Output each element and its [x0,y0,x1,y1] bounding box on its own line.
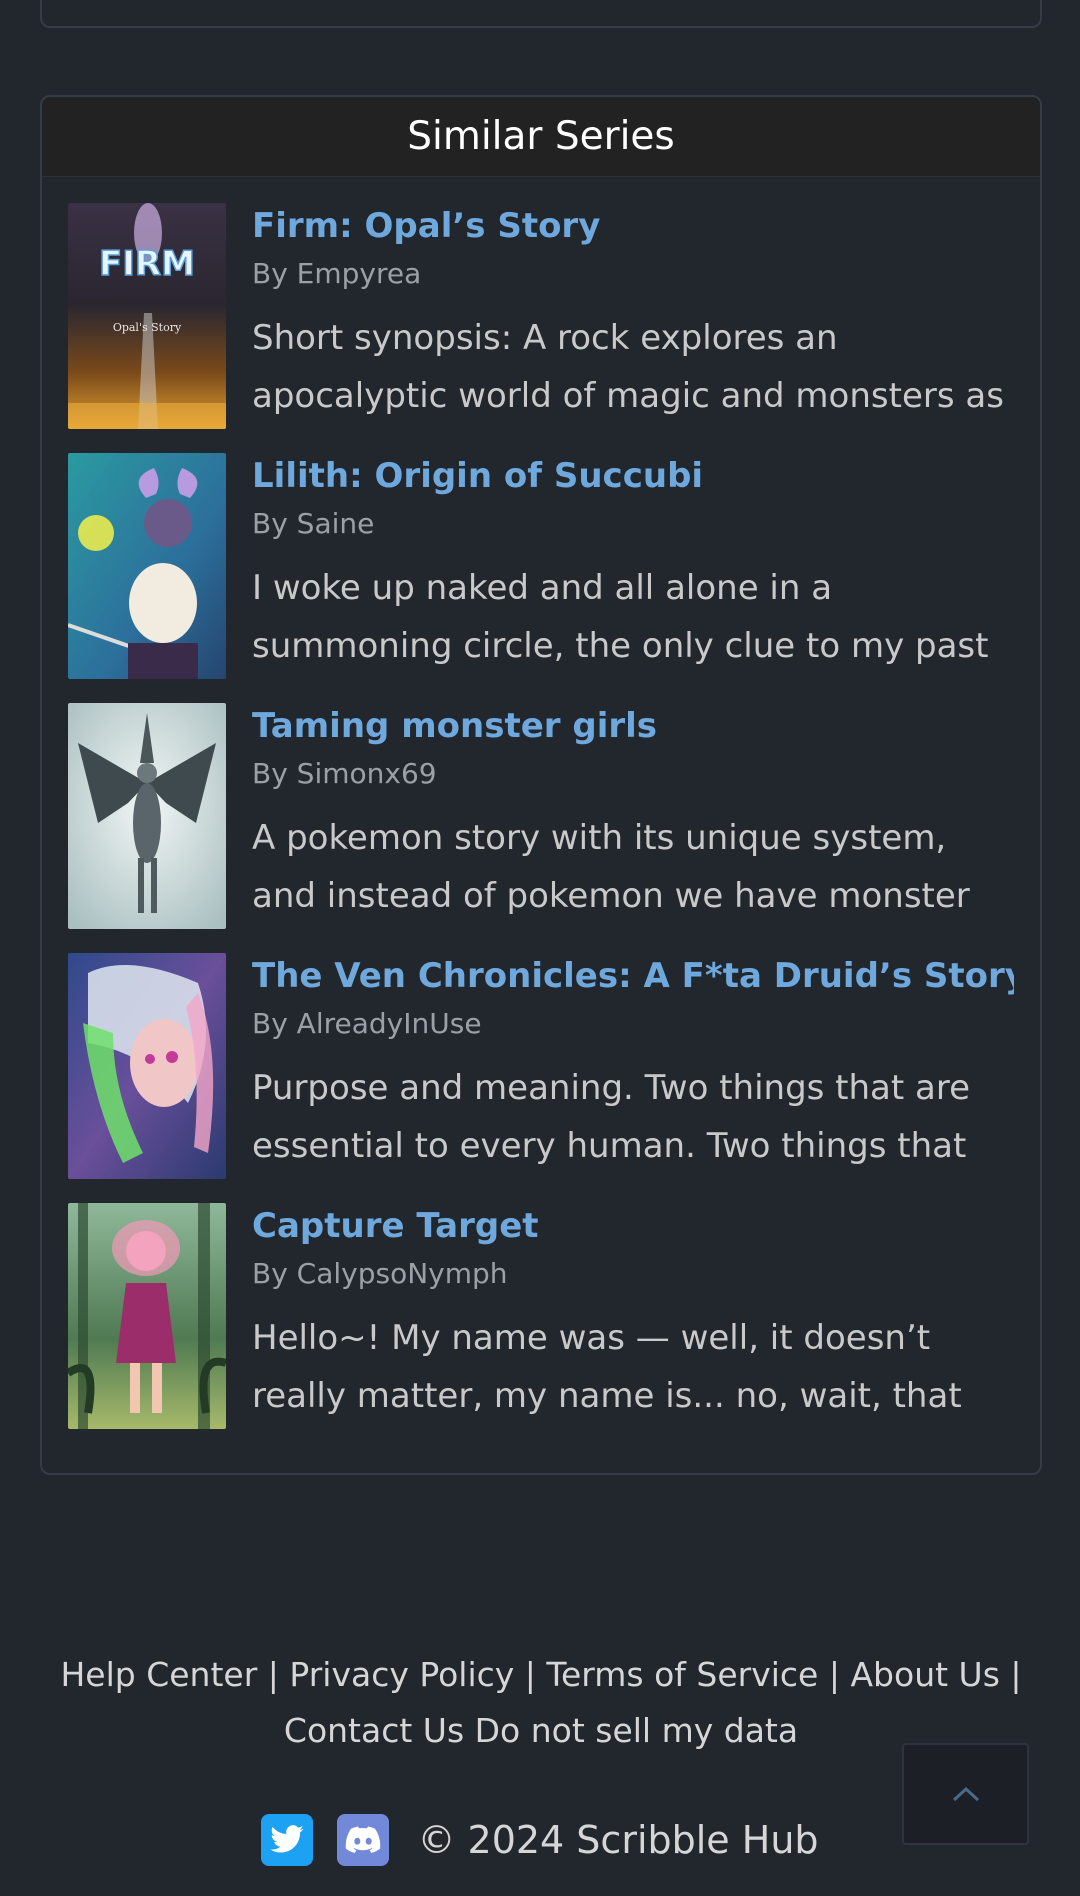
series-synopsis: A pokemon story with its unique system, … [252,818,970,916]
help-center-link[interactable]: Help Center [60,1655,257,1694]
footer-links: Help Center | Privacy Policy | Terms of … [40,1647,1042,1759]
contact-us-link[interactable]: Contact Us [284,1711,464,1750]
series-author: By Empyrea [252,257,422,290]
series-info: Taming monster girls By Simonx69 A pokem… [252,703,1014,953]
series-cover-image[interactable]: FIRM Opal's Story [68,203,226,429]
series-info: Lilith: Origin of Succubi By Saine I wok… [252,453,1014,703]
series-info: The Ven Chronicles: A F*ta Druid’s Story… [252,953,1014,1203]
footer-separator: | [524,1655,536,1694]
series-author: By CalypsoNymph [252,1257,508,1290]
series-cover-image[interactable] [68,453,226,679]
series-synopsis: Short synopsis: A rock explores an apoca… [252,318,1004,416]
series-title-link[interactable]: The Ven Chronicles: A F*ta Druid’s Story… [252,953,1014,999]
footer-separator: | [1010,1655,1022,1694]
series-item: Taming monster girls By Simonx69 A pokem… [68,703,1014,953]
series-synopsis: Purpose and meaning. Two things that are… [252,1068,971,1166]
series-title-link[interactable]: Taming monster girls [252,703,1014,749]
previous-section-card [40,0,1042,28]
svg-text:FIRM: FIRM [99,244,195,284]
series-title-link[interactable]: Capture Target [252,1203,1014,1249]
series-item: The Ven Chronicles: A F*ta Druid’s Story… [68,953,1014,1203]
discord-icon [346,1826,381,1854]
series-info: Capture Target By CalypsoNymph Hello~! M… [252,1203,1014,1453]
series-title-link[interactable]: Firm: Opal’s Story [252,203,1014,249]
privacy-policy-link[interactable]: Privacy Policy [289,1655,514,1694]
copyright-text: © 2024 Scribble Hub [417,1818,819,1862]
series-synopsis: I woke up naked and all alone in a summo… [252,568,989,666]
footer-separator: | [267,1655,279,1694]
series-cover-image[interactable] [68,1203,226,1429]
chevron-up-icon [952,1786,979,1802]
cover-art-lilith [68,453,226,679]
series-author: By Saine [252,507,375,540]
series-synopsis: Hello~! My name was — well, it doesn’t r… [252,1318,962,1416]
footer-separator: | [828,1655,840,1694]
series-title-link[interactable]: Lilith: Origin of Succubi [252,453,1014,499]
section-title: Similar Series [407,114,675,159]
series-list: FIRM Opal's Story Firm: Opal’s Story By … [42,177,1040,1453]
series-item: Lilith: Origin of Succubi By Saine I wok… [68,453,1014,703]
svg-text:Opal's Story: Opal's Story [113,321,182,334]
twitter-link[interactable] [261,1814,314,1866]
cover-art-ven-chronicles [68,953,226,1179]
footer-bottom-row: © 2024 Scribble Hub [0,1812,1080,1868]
page: Similar Series FIRM Opal's Story Firm: O… [0,0,1080,1896]
series-author: By AlreadyInUse [252,1007,482,1040]
cover-art-monster-girls [68,703,226,929]
terms-of-service-link[interactable]: Terms of Service [546,1655,818,1694]
cover-art-firm: FIRM Opal's Story [68,203,226,429]
cover-art-capture-target [68,1203,226,1429]
series-cover-image[interactable] [68,703,226,929]
series-cover-image[interactable] [68,953,226,1179]
twitter-icon [270,1825,304,1853]
about-us-link[interactable]: About Us [850,1655,999,1694]
series-author: By Simonx69 [252,757,437,790]
series-item: Capture Target By CalypsoNymph Hello~! M… [68,1203,1014,1453]
series-info: Firm: Opal’s Story By Empyrea Short syno… [252,203,1014,453]
series-item: FIRM Opal's Story Firm: Opal’s Story By … [68,203,1014,453]
discord-link[interactable] [337,1814,390,1866]
similar-series-card: Similar Series FIRM Opal's Story Firm: O… [40,95,1042,1475]
similar-series-header: Similar Series [42,97,1040,177]
do-not-sell-link[interactable]: Do not sell my data [475,1711,798,1750]
